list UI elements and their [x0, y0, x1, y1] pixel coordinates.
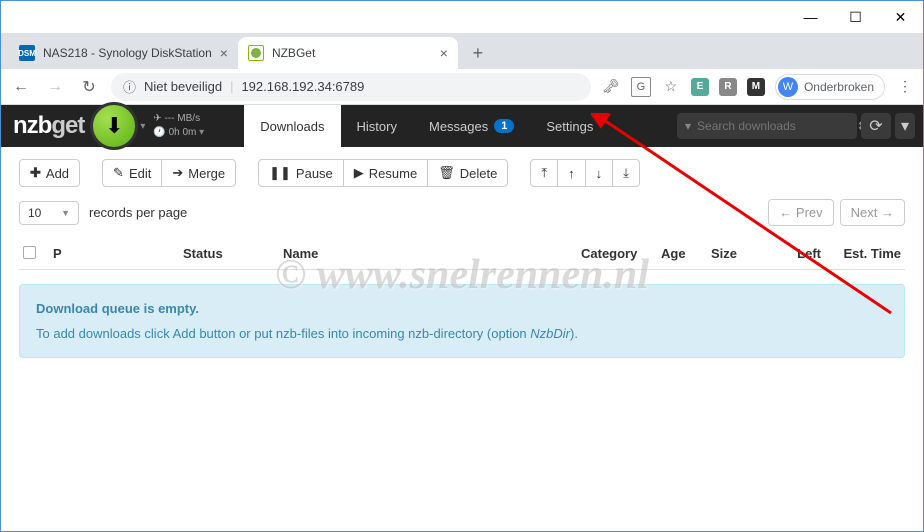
- info-icon[interactable]: ⓘ: [123, 77, 136, 96]
- browser-tab-0[interactable]: DSM NAS218 - Synology DiskStation ×: [9, 37, 238, 69]
- move-up-button[interactable]: ↑: [557, 159, 586, 187]
- tab-downloads[interactable]: Downloads: [244, 105, 340, 147]
- app-logo[interactable]: nzbget: [13, 112, 84, 140]
- key-icon[interactable]: 🗝: [601, 77, 621, 97]
- extension-m-icon[interactable]: M: [747, 78, 765, 96]
- table-header: P Status Name Category Age Size Left Est…: [19, 238, 905, 270]
- favicon-nzb: [248, 45, 264, 61]
- delete-button[interactable]: 🗑Delete: [427, 159, 508, 187]
- plane-icon: ✈: [153, 113, 161, 124]
- records-label: records per page: [89, 205, 187, 220]
- edit-icon: ✎: [113, 165, 124, 181]
- search-input[interactable]: [697, 119, 852, 133]
- dropdown-button[interactable]: ▾: [895, 113, 915, 139]
- col-status[interactable]: Status: [183, 246, 283, 261]
- chevron-down-icon[interactable]: ▾: [685, 119, 691, 133]
- app-header: nzbget ⬇ ▾ ✈ --- MB/s 🕐 0h 0m ▾ Download…: [1, 105, 923, 147]
- arrow-up-icon: ↑: [568, 166, 575, 181]
- time-text: 0h 0m: [169, 127, 197, 138]
- extension-r-icon[interactable]: R: [719, 78, 737, 96]
- back-button[interactable]: ←: [9, 75, 33, 99]
- col-est-time[interactable]: Est. Time: [821, 246, 901, 261]
- bookmark-star-icon[interactable]: ☆: [661, 77, 681, 97]
- profile-button[interactable]: W Onderbroken: [775, 74, 885, 100]
- close-icon[interactable]: ×: [220, 45, 228, 61]
- trash-icon: 🗑: [438, 165, 455, 181]
- chevron-down-icon: ▼: [61, 208, 70, 218]
- url-text: 192.168.192.34:6789: [241, 79, 364, 94]
- arrow-top-icon: ⤒: [541, 165, 547, 181]
- new-tab-button[interactable]: +: [464, 39, 492, 67]
- reload-button[interactable]: ↻: [77, 75, 101, 99]
- arrow-bottom-icon: ⤓: [623, 165, 629, 181]
- empty-title: Download queue is empty.: [36, 301, 888, 316]
- security-status: Niet beveiligd: [144, 79, 222, 94]
- tab-settings[interactable]: Settings: [530, 105, 609, 147]
- empty-body: To add downloads click Add button or put…: [36, 326, 888, 341]
- merge-button[interactable]: ➔Merge: [161, 159, 236, 187]
- tab-messages-label: Messages: [429, 119, 488, 134]
- speed-text: --- MB/s: [165, 113, 201, 124]
- add-button[interactable]: ✚Add: [19, 159, 80, 187]
- plus-icon: ✚: [30, 165, 41, 181]
- arrow-down-icon: ↓: [596, 166, 603, 181]
- merge-icon: ➔: [172, 165, 183, 181]
- window-minimize[interactable]: —: [788, 3, 833, 31]
- address-bar[interactable]: ⓘ Niet beveiligd | 192.168.192.34:6789: [111, 73, 591, 101]
- move-top-button[interactable]: ⤒: [530, 159, 558, 187]
- window-close[interactable]: ✕: [878, 3, 923, 31]
- extension-e-icon[interactable]: E: [691, 78, 709, 96]
- forward-button[interactable]: →: [43, 75, 67, 99]
- pause-button[interactable]: ❚❚Pause: [258, 159, 344, 187]
- tab-title: NZBGet: [272, 46, 315, 60]
- play-icon: ▶: [354, 165, 364, 181]
- pause-icon: ❚❚: [269, 165, 291, 181]
- status-block: ✈ --- MB/s 🕐 0h 0m ▾: [153, 112, 204, 140]
- download-arrow-icon: ⬇: [105, 113, 123, 139]
- resume-button[interactable]: ▶Resume: [343, 159, 428, 187]
- translate-icon[interactable]: G: [631, 77, 651, 97]
- prev-button[interactable]: ← Prev: [768, 199, 833, 226]
- avatar: W: [778, 77, 798, 97]
- address-bar-row: ← → ↻ ⓘ Niet beveiligd | 192.168.192.34:…: [1, 69, 923, 105]
- browser-tab-1[interactable]: NZBGet ×: [238, 37, 458, 69]
- col-left[interactable]: Left: [771, 246, 821, 261]
- next-button[interactable]: Next →: [840, 199, 905, 226]
- favicon-dsm: DSM: [19, 45, 35, 61]
- messages-badge: 1: [494, 119, 514, 133]
- close-icon[interactable]: ×: [440, 45, 448, 61]
- edit-button[interactable]: ✎Edit: [102, 159, 162, 187]
- logo-get: get: [51, 112, 84, 139]
- toolbar: ✚Add ✎Edit ➔Merge ❚❚Pause ▶Resume 🗑Delet…: [19, 159, 905, 187]
- tab-messages[interactable]: Messages 1: [413, 105, 530, 147]
- chevron-down-icon[interactable]: ▾: [199, 127, 204, 138]
- move-bottom-button[interactable]: ⤓: [612, 159, 640, 187]
- menu-icon[interactable]: ⋮: [895, 77, 915, 97]
- window-maximize[interactable]: ☐: [833, 3, 878, 31]
- col-priority[interactable]: P: [53, 246, 183, 261]
- chevron-down-icon[interactable]: ▾: [140, 121, 145, 132]
- browser-tabs: DSM NAS218 - Synology DiskStation × NZBG…: [1, 33, 923, 69]
- col-age[interactable]: Age: [661, 246, 711, 261]
- tab-history[interactable]: History: [341, 105, 413, 147]
- download-indicator[interactable]: ⬇: [90, 102, 138, 150]
- profile-label: Onderbroken: [804, 80, 874, 94]
- col-name[interactable]: Name: [283, 246, 581, 261]
- col-category[interactable]: Category: [581, 246, 661, 261]
- logo-nzb: nzb: [13, 112, 51, 139]
- move-down-button[interactable]: ↓: [585, 159, 614, 187]
- refresh-button[interactable]: ⟳: [861, 113, 891, 139]
- empty-queue-notice: Download queue is empty. To add download…: [19, 284, 905, 358]
- search-box[interactable]: ▾ ✖: [677, 113, 857, 139]
- clock-icon: 🕐: [153, 127, 165, 138]
- tab-title: NAS218 - Synology DiskStation: [43, 46, 212, 60]
- records-select[interactable]: 10▼: [19, 201, 79, 225]
- select-all-checkbox[interactable]: [23, 246, 36, 259]
- col-size[interactable]: Size: [711, 246, 771, 261]
